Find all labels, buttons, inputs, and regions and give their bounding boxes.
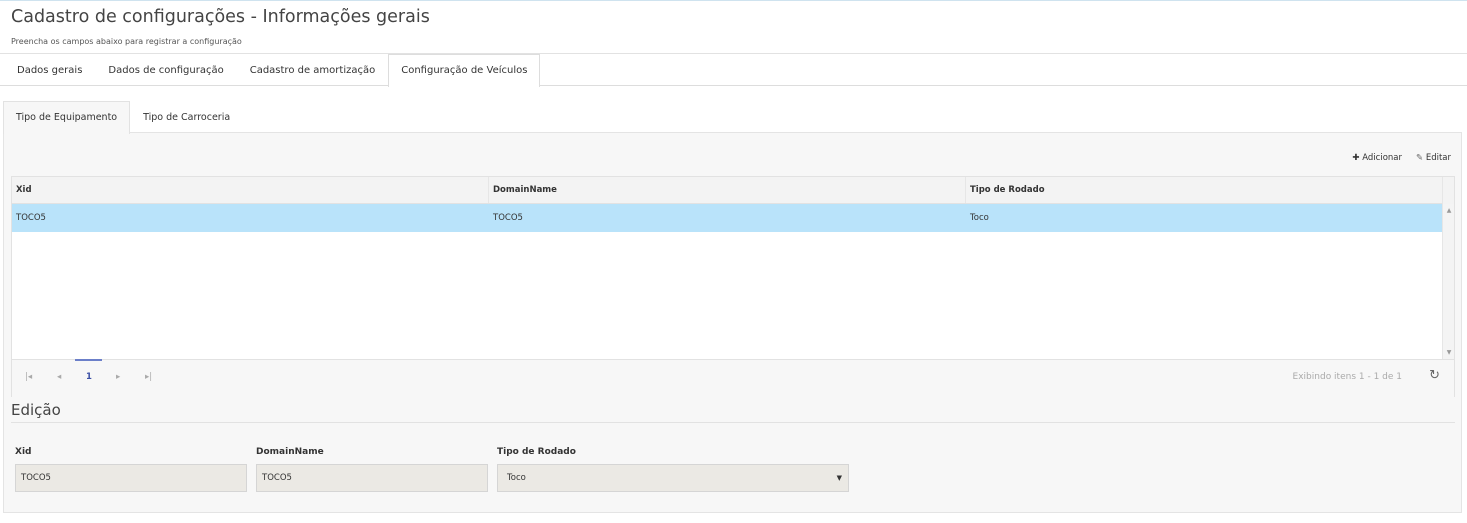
pager-info: Exibindo itens 1 - 1 de 1: [1292, 372, 1402, 382]
column-header-xid[interactable]: Xid: [12, 177, 489, 203]
add-button[interactable]: ✚ Adicionar: [1352, 153, 1402, 163]
table-row[interactable]: TOCO5 TOCO5 Toco: [12, 204, 1443, 232]
edit-icon: ✎: [1416, 153, 1424, 163]
current-page-indicator: [75, 359, 102, 361]
domainname-field[interactable]: TOCO5: [256, 464, 488, 492]
grid-toolbar: ✚ Adicionar ✎ Editar: [1352, 153, 1451, 163]
column-header-tipo-rodado[interactable]: Tipo de Rodado: [966, 177, 1443, 203]
page-subtitle: Preencha os campos abaixo para registrar…: [11, 37, 242, 46]
prev-page-icon[interactable]: ◂: [57, 372, 61, 382]
edit-button[interactable]: ✎ Editar: [1416, 153, 1451, 163]
data-grid: Xid DomainName Tipo de Rodado TOCO5 TOCO…: [11, 176, 1455, 397]
next-page-icon[interactable]: ▸: [116, 372, 120, 382]
first-page-icon[interactable]: |◂: [25, 372, 32, 382]
tab-dados-configuracao[interactable]: Dados de configuração: [95, 54, 236, 85]
tipo-rodado-value: Toco: [507, 473, 526, 483]
tab-cadastro-amortizacao[interactable]: Cadastro de amortização: [237, 54, 389, 85]
column-header-domainname[interactable]: DomainName: [489, 177, 966, 203]
plus-icon: ✚: [1352, 153, 1360, 163]
scroll-down-icon[interactable]: ▼: [1443, 349, 1455, 356]
cell-xid: TOCO5: [16, 213, 46, 223]
cell-tipo-rodado: Toco: [970, 213, 989, 223]
grid-pager: |◂ ◂ 1 ▸ ▸| Exibindo itens 1 - 1 de 1 ↻: [12, 359, 1454, 397]
refresh-icon[interactable]: ↻: [1429, 368, 1440, 383]
xid-label: Xid: [15, 447, 32, 457]
last-page-icon[interactable]: ▸|: [145, 372, 152, 382]
tab-tipo-equipamento[interactable]: Tipo de Equipamento: [3, 101, 131, 134]
divider: [11, 422, 1455, 423]
tab-configuracao-veiculos[interactable]: Configuração de Veículos: [388, 54, 541, 87]
inner-tabs: Tipo de Equipamento Tipo de Carroceria: [3, 101, 243, 134]
page-number[interactable]: 1: [86, 372, 92, 382]
edit-section-title: Edição: [11, 401, 61, 419]
tipo-rodado-select[interactable]: Toco ▼: [497, 464, 849, 492]
grid-scrollbar[interactable]: ▲ ▼: [1442, 204, 1454, 359]
tab-tipo-carroceria[interactable]: Tipo de Carroceria: [130, 101, 243, 133]
cell-domainname: TOCO5: [493, 213, 523, 223]
grid-header: Xid DomainName Tipo de Rodado: [12, 177, 1443, 204]
tab-dados-gerais[interactable]: Dados gerais: [4, 54, 95, 85]
chevron-down-icon: ▼: [836, 474, 842, 482]
scroll-up-icon[interactable]: ▲: [1443, 207, 1455, 214]
domainname-label: DomainName: [256, 447, 324, 457]
header-scroll-spacer: [1442, 177, 1454, 204]
page-title: Cadastro de configurações - Informações …: [11, 7, 430, 27]
xid-field[interactable]: TOCO5: [15, 464, 247, 492]
tipo-rodado-label: Tipo de Rodado: [497, 447, 576, 457]
main-tabs: Dados gerais Dados de configuração Cadas…: [0, 54, 1467, 87]
